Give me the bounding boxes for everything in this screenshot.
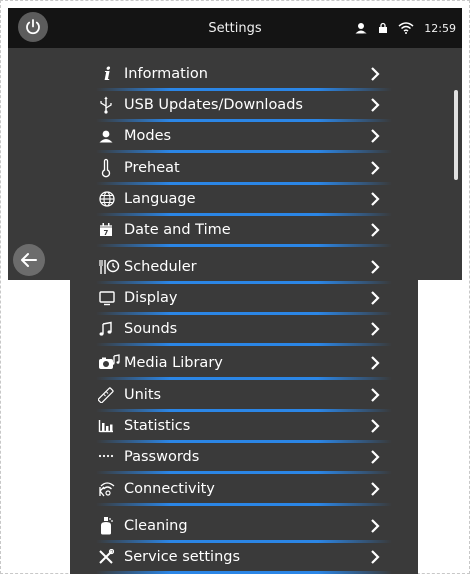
menu-item-label: Cleaning [124, 518, 188, 534]
item-divider [96, 503, 392, 506]
cleaning-icon [98, 515, 120, 537]
usb-icon [98, 94, 120, 116]
menu-item-usb-updates[interactable]: USB Updates/Downloads [96, 91, 392, 122]
menu-item-connectivity[interactable]: Connectivity [96, 475, 392, 506]
item-divider [96, 377, 392, 380]
monitor-icon [98, 287, 120, 309]
menu-item-units[interactable]: Units [96, 381, 392, 412]
globe-icon [98, 188, 120, 210]
menu-item-label: USB Updates/Downloads [124, 97, 303, 113]
chevron-right-icon [368, 220, 382, 240]
chevron-right-icon [368, 447, 382, 467]
music-note-icon [98, 318, 120, 340]
menu-item-label: Scheduler [124, 259, 197, 275]
menu-item-display[interactable]: Display [96, 284, 392, 315]
menu-item-modes[interactable]: Modes [96, 122, 392, 153]
user-icon [98, 125, 120, 147]
menu-item-label: Modes [124, 128, 172, 144]
chevron-right-icon [368, 288, 382, 308]
menu-item-label: Language [124, 191, 196, 207]
menu-item-preheat[interactable]: Preheat [96, 154, 392, 185]
menu-item-cleaning[interactable]: Cleaning [96, 512, 392, 543]
media-library-icon [98, 352, 120, 374]
chevron-right-icon [368, 95, 382, 115]
menu-item-statistics[interactable]: Statistics [96, 412, 392, 443]
wifi-icon [398, 22, 414, 34]
menu-item-sounds[interactable]: Sounds [96, 315, 392, 346]
info-icon: i [98, 63, 120, 85]
chevron-right-icon [368, 353, 382, 373]
menu-item-passwords[interactable]: Passwords [96, 443, 392, 474]
menu-item-media-library[interactable]: Media Library [96, 349, 392, 380]
chevron-right-icon [368, 385, 382, 405]
menu-item-label: Connectivity [124, 481, 215, 497]
item-divider [96, 471, 392, 474]
menu-item-service-settings[interactable]: Service settings [96, 543, 392, 574]
item-divider [96, 150, 392, 153]
chevron-right-icon [368, 416, 382, 436]
chevron-right-icon [368, 158, 382, 178]
bar-chart-icon [98, 415, 120, 437]
menu-item-label: Sounds [124, 321, 178, 337]
chevron-right-icon [368, 257, 382, 277]
menu-item-label: Date and Time [124, 222, 231, 238]
menu-item-label: Units [124, 387, 162, 403]
user-status-icon [355, 23, 367, 34]
wifi-connectivity-icon [98, 478, 120, 500]
back-button[interactable] [13, 244, 45, 276]
scheduler-icon [98, 256, 120, 278]
menu-item-label: Service settings [124, 549, 241, 565]
chevron-right-icon [368, 547, 382, 567]
menu-item-scheduler[interactable]: Scheduler [96, 253, 392, 284]
arrow-left-icon [21, 253, 37, 267]
item-divider [96, 244, 392, 247]
scrollbar-thumb[interactable] [454, 90, 458, 180]
clock: 12:59 [424, 21, 456, 35]
calendar-icon: 7 [98, 219, 120, 241]
chevron-right-icon [368, 516, 382, 536]
svg-text:i: i [104, 64, 111, 84]
menu-item-label: Media Library [124, 355, 223, 371]
lock-icon [379, 22, 388, 33]
top-bar: Settings 12:59 [8, 8, 462, 48]
chevron-right-icon [368, 189, 382, 209]
menu-item-label: Display [124, 290, 178, 306]
chevron-right-icon [368, 126, 382, 146]
menu-item-label: Information [124, 66, 208, 82]
menu-item-label: Preheat [124, 160, 180, 176]
power-button[interactable] [18, 12, 48, 42]
thermometer-icon [98, 157, 120, 179]
ruler-icon [98, 384, 120, 406]
chevron-right-icon [368, 319, 382, 339]
menu-item-language[interactable]: Language [96, 185, 392, 216]
menu-item-label: Statistics [124, 418, 191, 434]
menu-item-date-and-time[interactable]: 7 Date and Time [96, 216, 392, 247]
power-icon [26, 19, 40, 35]
chevron-right-icon [368, 64, 382, 84]
svg-text:7: 7 [104, 229, 109, 237]
status-area: 12:59 [354, 8, 456, 48]
password-dots-icon [98, 446, 120, 468]
tools-icon [98, 546, 120, 568]
menu-item-information[interactable]: i Information [96, 60, 392, 91]
chevron-right-icon [368, 479, 382, 499]
menu-item-label: Passwords [124, 449, 200, 465]
item-divider [96, 343, 392, 346]
